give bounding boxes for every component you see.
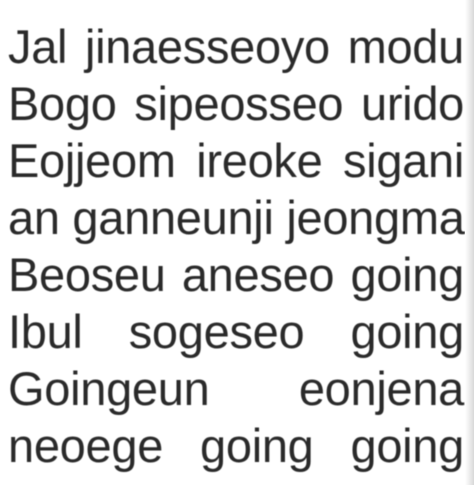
text-line-5: Beoseu aneseo going (8, 248, 464, 301)
lyrics-text-block: Jal jinaesseoyo modu Bogo sipeosseo urid… (8, 18, 474, 474)
text-line-8: neoege going going (8, 419, 464, 472)
text-line-2: Bogo sipeosseo urido (8, 77, 464, 130)
text-line-3: Eojjeom ireoke sigani (8, 134, 464, 187)
text-line-4: an ganneunji jeongmal (8, 191, 474, 244)
text-line-1: Jal jinaesseoyo modu (8, 20, 464, 73)
page-edge-shadow (465, 0, 474, 485)
text-line-7: Goingeun eonjena (8, 362, 464, 415)
document-page: Jal jinaesseoyo modu Bogo sipeosseo urid… (0, 0, 474, 485)
text-line-6: Ibul sogeseo going (8, 305, 464, 358)
